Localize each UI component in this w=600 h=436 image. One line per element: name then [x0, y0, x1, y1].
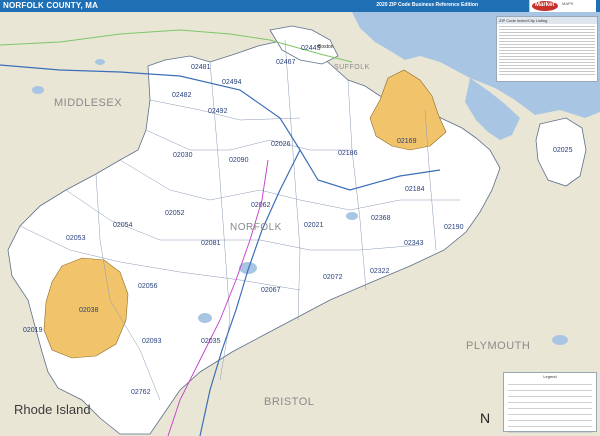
legend-row	[508, 387, 592, 391]
zip-label: 02054	[113, 222, 133, 229]
index-row	[499, 59, 595, 60]
zip-label: 02052	[165, 210, 185, 217]
index-row	[499, 53, 595, 54]
legend-row	[508, 417, 592, 421]
zip-label: 02492	[208, 108, 228, 115]
index-row	[499, 68, 595, 69]
county-label-bristol: BRISTOL	[264, 396, 315, 408]
index-row	[499, 29, 595, 30]
zip-label: 02021	[304, 222, 324, 229]
zip-label: 02093	[142, 338, 162, 345]
zip-label: 02035	[201, 338, 221, 345]
zip-label: 02030	[173, 152, 193, 159]
zip-label: 02062	[251, 202, 271, 209]
lake-5	[32, 86, 44, 94]
zip-label: 02026	[271, 141, 291, 148]
zip-index-header: ZIP Code Index/City Listing	[497, 17, 597, 24]
legend-header: Legend	[543, 374, 557, 379]
legend-row	[508, 399, 592, 403]
index-row	[499, 38, 595, 39]
zip-label: 02481	[191, 64, 211, 71]
legend-row	[508, 423, 592, 427]
legend-panel: Legend	[503, 372, 597, 433]
zip-label: 02762	[131, 389, 151, 396]
zip-label: 02322	[370, 268, 390, 275]
zip-label: 02368	[371, 215, 391, 222]
index-row	[499, 35, 595, 36]
zip-index-panel: ZIP Code Index/City Listing	[496, 16, 598, 82]
index-row	[499, 50, 595, 51]
index-row	[499, 41, 595, 42]
logo-sub: MAPS	[562, 1, 574, 6]
title-bar: NORFOLK COUNTY, MA 2020 ZIP Code Busines…	[0, 0, 600, 12]
logo-word: Market	[535, 2, 555, 8]
legend-row	[508, 411, 592, 415]
zip-label: 02494	[222, 79, 242, 86]
zip-label: 02445	[301, 45, 321, 52]
legend-row	[508, 429, 592, 433]
lake-4	[552, 335, 568, 345]
index-row	[499, 65, 595, 66]
zip-label: 02056	[138, 283, 158, 290]
county-label-suffolk: SUFFOLK	[334, 64, 370, 71]
zip-label: 02186	[338, 150, 358, 157]
zip-label: 02090	[229, 157, 249, 164]
legend-row	[508, 381, 592, 385]
index-row	[499, 47, 595, 48]
legend-row	[508, 393, 592, 397]
zip-label: 02081	[201, 240, 221, 247]
map-frame: NORFOLK COUNTY, MA 2020 ZIP Code Busines…	[0, 0, 600, 436]
index-row	[499, 26, 595, 27]
zip-label: 02053	[66, 235, 86, 242]
map-title: NORFOLK COUNTY, MA	[3, 1, 99, 10]
zip-label: 02482	[172, 92, 192, 99]
edition-label: 2020 ZIP Code Business Reference Edition	[376, 2, 478, 8]
lake-3	[346, 212, 358, 220]
zip-label: 02038	[79, 307, 99, 314]
zip-label: 02025	[553, 147, 573, 154]
county-label-norfolk: NORFOLK	[230, 222, 282, 233]
zip-label: 02169	[397, 138, 417, 145]
index-row	[499, 74, 595, 75]
zip-label: 02067	[261, 287, 281, 294]
state-label-rhode-island: Rhode Island	[14, 402, 91, 417]
county-label-plymouth: PLYMOUTH	[466, 340, 531, 352]
zip-label: 02467	[276, 59, 296, 66]
zip-label: 02190	[444, 224, 464, 231]
lake-6	[95, 59, 105, 65]
index-row	[499, 62, 595, 63]
zip-label: 02184	[405, 186, 425, 193]
county-label-middlesex: MIDDLESEX	[54, 97, 123, 109]
legend-row	[508, 405, 592, 409]
zip-label: 02019	[23, 327, 43, 334]
compass-rose-icon: N	[480, 410, 491, 426]
publisher-logo: Market MAPS	[529, 0, 596, 12]
zip-label: 02343	[404, 240, 424, 247]
index-row	[499, 71, 595, 72]
zip-label: 02072	[323, 274, 343, 281]
index-row	[499, 32, 595, 33]
index-row	[499, 56, 595, 57]
index-row	[499, 44, 595, 45]
lake-2	[198, 313, 212, 323]
